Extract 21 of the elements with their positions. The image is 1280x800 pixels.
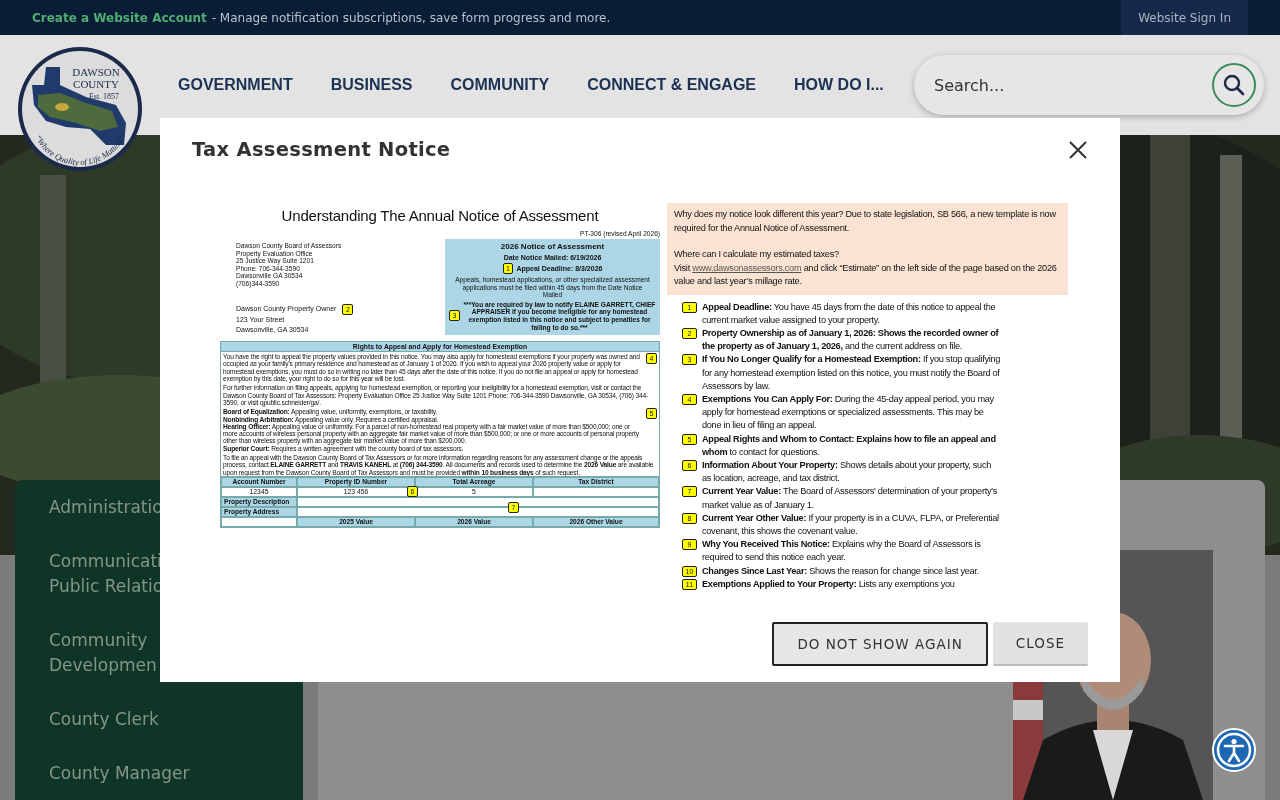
search-field[interactable]: Search... (914, 55, 1264, 115)
dismiss-button[interactable]: DO NOT SHOW AGAIN (772, 622, 988, 666)
sidebar-link[interactable]: County Clerk (15, 702, 303, 756)
sidebar-link[interactable]: County Manager (15, 756, 303, 800)
nav-link[interactable]: HOW DO I... (794, 76, 884, 94)
sign-in-button[interactable]: Website Sign In (1121, 0, 1248, 35)
logo-text: DAWSON (72, 66, 120, 78)
nav-link[interactable]: COMMUNITY (450, 76, 550, 94)
search-icon (1223, 74, 1245, 96)
nav-link[interactable]: BUSINESS (330, 76, 413, 94)
logo-year: Est. 1857 (88, 92, 120, 101)
accessibility-icon (1216, 732, 1252, 768)
topbar-message: - Manage notification subscriptions, save form progress and more. (211, 10, 611, 25)
search-button[interactable] (1212, 63, 1256, 107)
guide-item: Changes Since Last Year: Shows the reason for change since last year. (702, 564, 980, 578)
guide-item: Exemptions Applied to Your Property: Lists any exemptions you (702, 577, 956, 591)
close-button[interactable]: CLOSE (992, 622, 1088, 666)
logo-text: COUNTY (73, 78, 119, 90)
nav-link[interactable]: GOVERNMENT (178, 76, 293, 94)
nav-link[interactable]: CONNECT & ENGAGE (587, 76, 757, 94)
create-account-link[interactable]: Create a Website Account (32, 10, 207, 25)
